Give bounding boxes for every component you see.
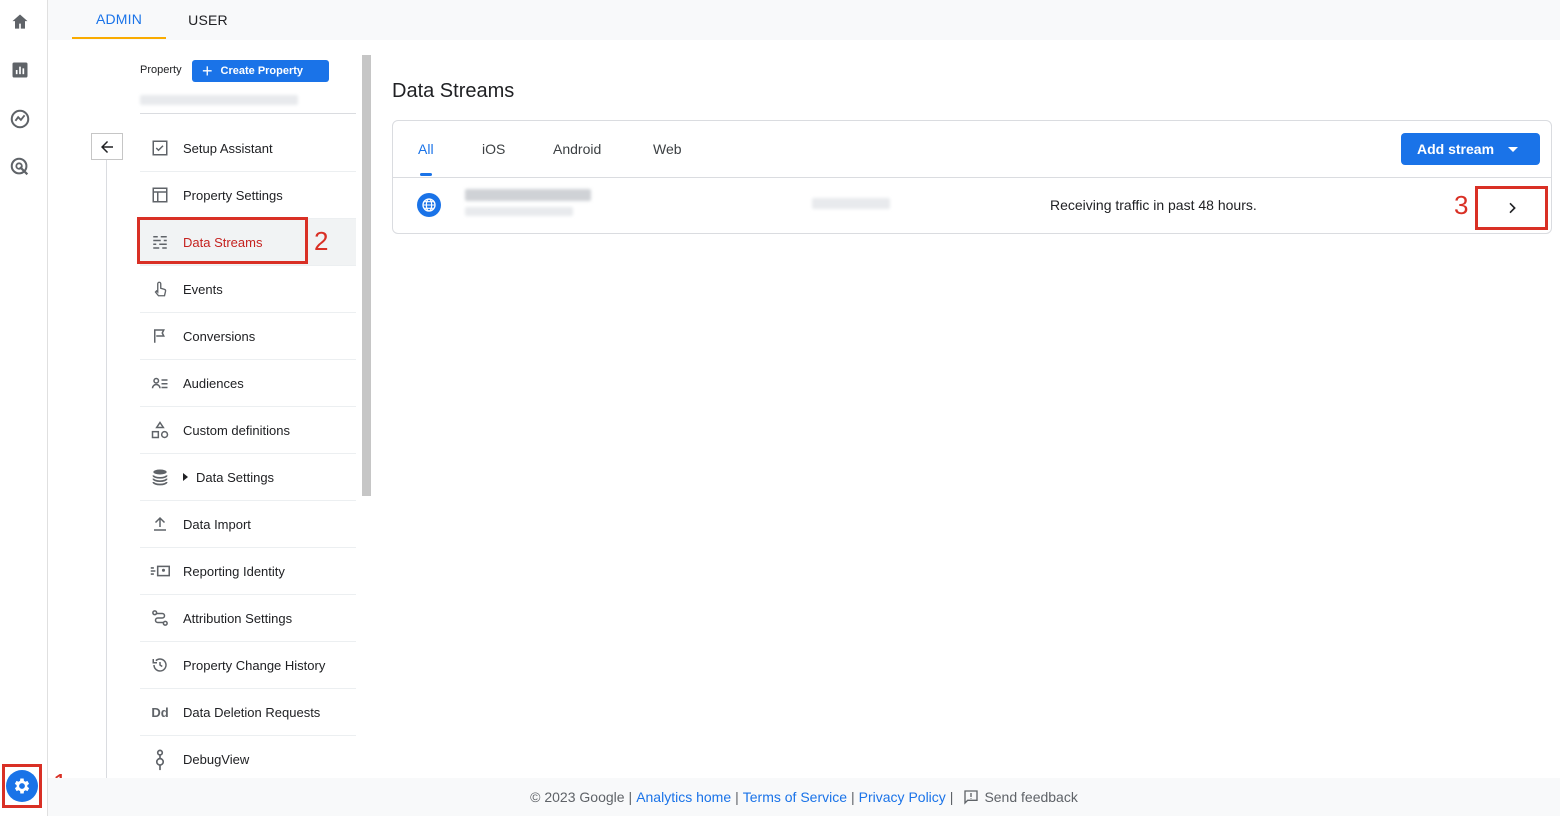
menu-label: Data Import bbox=[183, 516, 251, 532]
footer: © 2023 Google | Analytics home | Terms o… bbox=[48, 778, 1560, 816]
analytics-home-link[interactable]: Analytics home bbox=[636, 789, 731, 805]
footer-separator: | bbox=[628, 789, 633, 805]
footer-separator: | bbox=[851, 789, 855, 805]
menu-item-custom-definitions[interactable]: Custom definitions bbox=[140, 407, 356, 454]
stream-status: Receiving traffic in past 48 hours. bbox=[1050, 197, 1257, 213]
caret-right-icon[interactable] bbox=[183, 473, 188, 481]
privacy-link[interactable]: Privacy Policy bbox=[859, 789, 946, 805]
menu-label: Property Change History bbox=[183, 657, 326, 673]
back-button[interactable] bbox=[91, 133, 123, 160]
create-property-button[interactable]: + Create Property bbox=[192, 60, 329, 82]
attribution-icon bbox=[150, 608, 170, 628]
tab-user[interactable]: USER bbox=[178, 0, 238, 39]
property-name-redacted[interactable] bbox=[140, 95, 298, 105]
property-settings-icon bbox=[150, 185, 170, 205]
terms-link[interactable]: Terms of Service bbox=[743, 789, 847, 805]
menu-item-reporting-identity[interactable]: Reporting Identity bbox=[140, 548, 356, 595]
stream-name-redacted bbox=[465, 189, 591, 201]
menu-item-property-change-history[interactable]: Property Change History bbox=[140, 642, 356, 689]
menu-item-property-settings[interactable]: Property Settings bbox=[140, 172, 356, 219]
dd-icon: Dd bbox=[151, 704, 169, 720]
add-stream-button[interactable]: Add stream bbox=[1401, 133, 1540, 165]
stream-id-redacted bbox=[812, 198, 890, 209]
menu-label: Setup Assistant bbox=[183, 140, 273, 156]
menu-item-data-deletion-requests[interactable]: Dd Data Deletion Requests bbox=[140, 689, 356, 736]
chevron-right-icon bbox=[1508, 202, 1516, 214]
checklist-icon bbox=[150, 138, 170, 158]
card-divider bbox=[393, 177, 1551, 178]
tab-web[interactable]: Web bbox=[653, 121, 682, 177]
globe-icon bbox=[417, 193, 441, 217]
page-title: Data Streams bbox=[392, 80, 515, 102]
tab-ios[interactable]: iOS bbox=[482, 121, 505, 177]
shapes-icon bbox=[150, 420, 170, 440]
add-stream-label: Add stream bbox=[1417, 141, 1495, 157]
menu-label: DebugView bbox=[183, 752, 250, 767]
tab-android[interactable]: Android bbox=[553, 121, 601, 177]
menu-item-audiences[interactable]: Audiences bbox=[140, 360, 356, 407]
highlight-box-data-streams bbox=[137, 217, 308, 264]
flag-icon bbox=[150, 326, 170, 346]
menu-label: Property Settings bbox=[183, 187, 283, 203]
database-icon bbox=[150, 467, 170, 487]
stream-url-redacted bbox=[465, 207, 573, 216]
panel-divider bbox=[106, 156, 107, 778]
upload-icon bbox=[150, 514, 170, 534]
debug-icon bbox=[150, 749, 170, 770]
menu-label: Events bbox=[183, 281, 223, 297]
menu-item-data-import[interactable]: Data Import bbox=[140, 501, 356, 548]
history-icon bbox=[150, 655, 170, 675]
panel-scrollbar[interactable] bbox=[362, 55, 371, 496]
footer-separator: | bbox=[735, 789, 739, 805]
menu-item-data-settings[interactable]: Data Settings bbox=[140, 454, 356, 501]
reports-icon[interactable] bbox=[9, 59, 31, 81]
send-feedback-link[interactable]: Send feedback bbox=[963, 789, 1078, 805]
menu-item-events[interactable]: Events bbox=[140, 266, 356, 313]
audiences-icon bbox=[150, 373, 170, 393]
gear-icon bbox=[6, 770, 38, 802]
copyright-text: © 2023 Google bbox=[530, 789, 625, 805]
plus-icon: + bbox=[202, 61, 213, 81]
menu-item-attribution-settings[interactable]: Attribution Settings bbox=[140, 595, 356, 642]
tab-admin[interactable]: ADMIN bbox=[72, 0, 166, 39]
menu-item-setup-assistant[interactable]: Setup Assistant bbox=[140, 125, 356, 172]
data-streams-card: All iOS Android Web Add stream Receiving… bbox=[392, 120, 1552, 234]
send-feedback-label: Send feedback bbox=[984, 789, 1078, 805]
menu-item-conversions[interactable]: Conversions bbox=[140, 313, 356, 360]
annotation-marker-3: 3 bbox=[1454, 190, 1469, 220]
menu-label: Conversions bbox=[183, 328, 256, 344]
menu-label: Audiences bbox=[183, 375, 244, 391]
property-divider bbox=[140, 113, 356, 114]
identity-icon bbox=[150, 561, 170, 581]
touch-icon bbox=[150, 279, 170, 299]
feedback-icon bbox=[964, 790, 979, 805]
annotation-marker-2: 2 bbox=[314, 226, 329, 256]
advertising-icon[interactable] bbox=[9, 156, 31, 178]
stream-details-button[interactable] bbox=[1475, 186, 1548, 230]
footer-separator: | bbox=[949, 789, 954, 805]
menu-label: Reporting Identity bbox=[183, 563, 285, 579]
tab-all[interactable]: All bbox=[418, 121, 434, 177]
home-icon[interactable] bbox=[9, 11, 31, 33]
menu-label: Custom definitions bbox=[183, 422, 290, 438]
menu-label: Data Settings bbox=[196, 469, 275, 485]
menu-item-debugview[interactable]: DebugView bbox=[140, 736, 356, 783]
dropdown-caret-icon bbox=[1508, 146, 1519, 152]
menu-label: Attribution Settings bbox=[183, 610, 293, 626]
explore-icon[interactable] bbox=[9, 108, 31, 130]
left-nav-rail bbox=[0, 0, 48, 816]
property-label: Property bbox=[140, 64, 182, 76]
menu-label: Data Deletion Requests bbox=[183, 704, 321, 720]
active-tab-indicator bbox=[420, 173, 432, 176]
admin-user-tabs: ADMIN USER bbox=[48, 0, 1560, 40]
admin-settings-button[interactable] bbox=[2, 764, 42, 808]
arrow-left-icon bbox=[101, 140, 113, 153]
create-property-label: Create Property bbox=[220, 65, 304, 77]
